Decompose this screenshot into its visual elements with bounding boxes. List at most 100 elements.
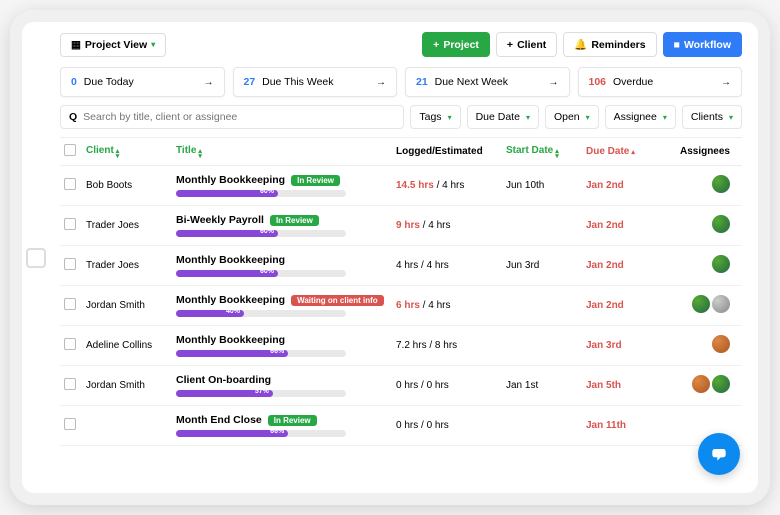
project-view-dropdown[interactable]: ▦ Project View ▾: [60, 33, 166, 57]
chat-icon: [709, 444, 729, 464]
cell-logged: 7.2 hrs / 8 hrs: [396, 340, 506, 351]
filter-open[interactable]: Open▾: [545, 105, 599, 129]
cell-due-date: Jan 2nd: [586, 260, 666, 271]
reminders-button[interactable]: 🔔 Reminders: [563, 32, 656, 57]
row-checkbox[interactable]: [64, 178, 76, 190]
chevron-down-icon: ▾: [586, 113, 590, 122]
add-client-button[interactable]: + Client: [496, 32, 557, 57]
search-icon: Q: [69, 111, 77, 123]
tablet-home-button: [26, 248, 46, 268]
cell-assignees: [666, 335, 738, 356]
filter-assignee[interactable]: Assignee▾: [605, 105, 676, 129]
cell-client: Trader Joes: [86, 260, 176, 271]
cell-start-date: Jan 1st: [506, 380, 586, 391]
arrow-right-icon: →: [376, 77, 386, 88]
sort-asc-icon: ▴: [631, 150, 635, 155]
filter-due-date[interactable]: Due Date▾: [467, 105, 539, 129]
filter-clients[interactable]: Clients▾: [682, 105, 742, 129]
progress-percent: 40%: [226, 308, 240, 315]
table-row[interactable]: Jordan Smith Client On-boarding 57% 0 hr…: [60, 366, 742, 406]
cell-logged: 14.5 hrs / 4 hrs: [396, 180, 506, 191]
col-header-due[interactable]: Due Date▴: [586, 146, 666, 157]
summary-card[interactable]: 0 Due Today→: [60, 67, 225, 97]
row-checkbox[interactable]: [64, 338, 76, 350]
cell-assignees: [666, 295, 738, 316]
avatar: [712, 215, 730, 233]
row-checkbox[interactable]: [64, 258, 76, 270]
cell-due-date: Jan 3rd: [586, 340, 666, 351]
avatar: [712, 295, 730, 313]
summary-count: 0: [71, 76, 77, 88]
search-box[interactable]: Q: [60, 105, 404, 129]
cell-title: Monthly Bookkeeping: [176, 174, 285, 186]
summary-label: Due This Week: [262, 76, 333, 88]
summary-card[interactable]: 106 Overdue →: [578, 67, 743, 97]
plus-icon: +: [507, 39, 513, 51]
avatar: [712, 375, 730, 393]
cell-assignees: [666, 175, 738, 196]
cell-client: Jordan Smith: [86, 300, 176, 311]
summary-count: 106: [589, 76, 607, 88]
summary-count: 21: [416, 76, 428, 88]
cell-logged: 9 hrs / 4 hrs: [396, 220, 506, 231]
cell-client: Bob Boots: [86, 180, 176, 191]
select-all-checkbox[interactable]: [64, 144, 76, 156]
status-badge: Waiting on client info: [291, 295, 384, 306]
cell-title: Monthly Bookkeeping: [176, 254, 285, 266]
table-row[interactable]: Bob Boots Monthly BookkeepingIn Review 6…: [60, 166, 742, 206]
progress-bar: 66%: [176, 350, 346, 357]
row-checkbox[interactable]: [64, 418, 76, 430]
cell-due-date: Jan 2nd: [586, 300, 666, 311]
cell-due-date: Jan 5th: [586, 380, 666, 391]
filter-tags[interactable]: Tags▾: [410, 105, 460, 129]
table-row[interactable]: Trader Joes Bi-Weekly PayrollIn Review 6…: [60, 206, 742, 246]
chat-fab[interactable]: [698, 433, 740, 475]
cell-title: Monthly Bookkeeping: [176, 294, 285, 306]
summary-label: Overdue: [613, 76, 653, 88]
summary-count: 27: [244, 76, 256, 88]
col-header-start[interactable]: Start Date▴▾: [506, 145, 586, 159]
summary-card[interactable]: 27 Due This Week →: [233, 67, 398, 97]
view-label: Project View: [85, 39, 147, 51]
table-row[interactable]: Trader Joes Monthly Bookkeeping 60% 4 hr…: [60, 246, 742, 286]
cell-start-date: Jun 3rd: [506, 260, 586, 271]
chevron-down-icon: ▾: [526, 113, 530, 122]
cell-logged: 0 hrs / 0 hrs: [396, 380, 506, 391]
cell-client: Adeline Collins: [86, 340, 176, 351]
chevron-down-icon: ▾: [448, 113, 452, 122]
col-header-assignees: Assignees: [666, 146, 738, 157]
cell-client: Trader Joes: [86, 220, 176, 231]
search-input[interactable]: [83, 111, 395, 123]
progress-bar: 60%: [176, 270, 346, 277]
progress-bar: 60%: [176, 190, 346, 197]
progress-bar: 60%: [176, 230, 346, 237]
arrow-right-icon: →: [549, 77, 559, 88]
progress-bar: 66%: [176, 430, 346, 437]
col-header-client[interactable]: Client▴▾: [86, 145, 176, 159]
table-row[interactable]: Adeline Collins Monthly Bookkeeping 66% …: [60, 326, 742, 366]
chevron-down-icon: ▾: [729, 113, 733, 122]
row-checkbox[interactable]: [64, 378, 76, 390]
row-checkbox[interactable]: [64, 298, 76, 310]
progress-bar: 40%: [176, 310, 346, 317]
status-badge: In Review: [268, 415, 317, 426]
summary-card[interactable]: 21 Due Next Week→: [405, 67, 570, 97]
progress-percent: 60%: [260, 228, 274, 235]
table-row[interactable]: Jordan Smith Monthly Bookkeeping Waiting …: [60, 286, 742, 326]
progress-percent: 60%: [260, 268, 274, 275]
cell-assignees: [666, 255, 738, 276]
avatar: [712, 175, 730, 193]
cell-title: Monthly Bookkeeping: [176, 334, 285, 346]
avatar: [692, 295, 710, 313]
arrow-right-icon: →: [721, 77, 731, 88]
progress-percent: 66%: [270, 348, 284, 355]
arrow-right-icon: →: [204, 77, 214, 88]
workflow-button[interactable]: ■ Workflow: [663, 32, 742, 57]
col-header-title[interactable]: Title▴▾: [176, 145, 396, 159]
table-row[interactable]: Month End CloseIn Review 66% 0 hrs / 0 h…: [60, 406, 742, 446]
cell-logged: 0 hrs / 0 hrs: [396, 420, 506, 431]
row-checkbox[interactable]: [64, 218, 76, 230]
cell-logged: 6 hrs / 4 hrs: [396, 300, 506, 311]
chevron-down-icon: ▾: [151, 40, 155, 49]
add-project-button[interactable]: + Project: [422, 32, 490, 57]
